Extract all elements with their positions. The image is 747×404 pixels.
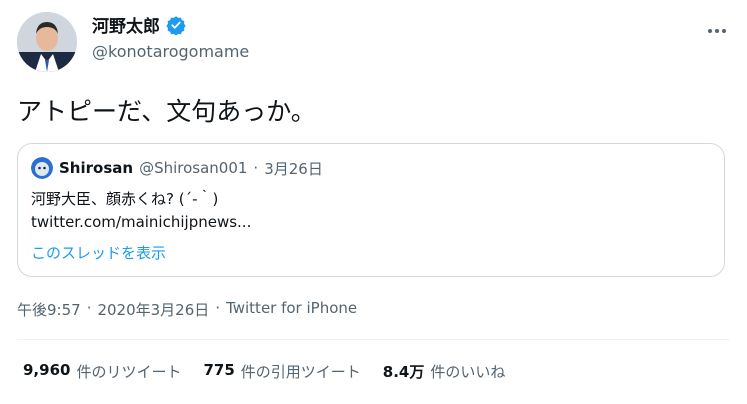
- more-options-icon[interactable]: [707, 18, 727, 39]
- quoted-author-handle: @Shirosan001: [139, 159, 248, 177]
- tweet-source[interactable]: Twitter for iPhone: [226, 299, 357, 320]
- quoted-avatar-icon: [31, 157, 53, 179]
- meta-separator: ·: [215, 299, 221, 317]
- author-handle[interactable]: @konotarogomame: [92, 42, 249, 61]
- retweets-count: 9,960: [23, 361, 71, 379]
- quoted-author-name: Shirosan: [59, 159, 134, 177]
- author-name[interactable]: 河野太郎: [92, 12, 160, 37]
- retweets-stat[interactable]: 9,960 件のリツイート: [23, 361, 181, 382]
- quoted-separator: ·: [253, 159, 259, 177]
- show-thread-link[interactable]: このスレッドを表示: [31, 242, 166, 263]
- quoted-tweet-card[interactable]: Shirosan @Shirosan001 · 3月26日 河野大臣、顔赤くね?…: [17, 143, 725, 277]
- quoted-tweet-body: 河野大臣、顔赤くね? (´-｀) twitter.com/mainichijpn…: [31, 188, 251, 234]
- quoted-tweet-link[interactable]: twitter.com/mainichijpnews...: [31, 211, 251, 234]
- author-avatar[interactable]: [17, 12, 77, 72]
- likes-label: 件のいいね: [430, 363, 506, 381]
- quoted-tweet-date: 3月26日: [264, 159, 323, 178]
- tweet-time[interactable]: 午後9:57: [17, 299, 81, 320]
- likes-count: 8.4万: [382, 363, 425, 381]
- quoted-author-avatar[interactable]: [31, 157, 53, 179]
- person-photo-icon: [17, 12, 77, 72]
- quoted-tweet-header: Shirosan @Shirosan001 · 3月26日: [31, 157, 323, 179]
- quoted-tweet-text: 河野大臣、顔赤くね? (´-｀): [31, 190, 219, 208]
- retweets-label: 件のリツイート: [76, 363, 182, 381]
- tweet-text: アトピーだ、文句あっか。: [17, 97, 316, 126]
- quotes-label: 件の引用ツイート: [240, 363, 361, 381]
- tweet-meta: 午後9:57 · 2020年3月26日 · Twitter for iPhone: [17, 299, 357, 320]
- likes-stat[interactable]: 8.4万 件のいいね: [383, 361, 506, 382]
- meta-separator: ·: [86, 299, 92, 317]
- author-name-row: 河野太郎: [92, 12, 186, 37]
- tweet-stats: 9,960 件のリツイート 775 件の引用ツイート 8.4万 件のいいね: [23, 361, 505, 382]
- tweet-date[interactable]: 2020年3月26日: [97, 299, 209, 320]
- verified-badge-icon: [166, 15, 186, 35]
- quotes-count: 775: [203, 361, 235, 379]
- quotes-stat[interactable]: 775 件の引用ツイート: [203, 361, 360, 382]
- divider: [17, 339, 730, 340]
